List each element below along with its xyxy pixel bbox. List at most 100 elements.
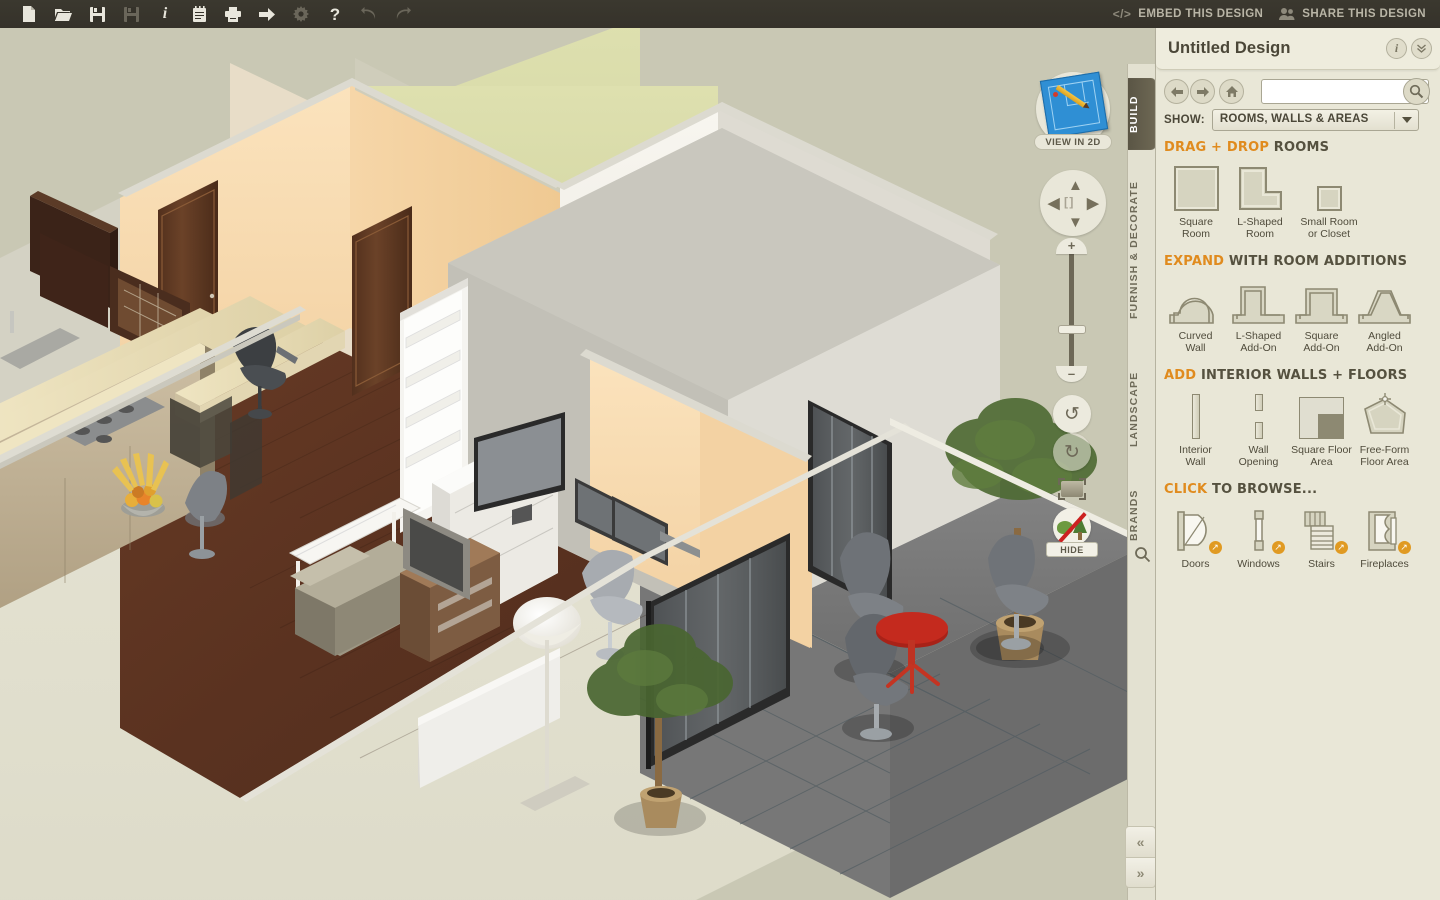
share-this-design-button[interactable]: SHARE THIS DESIGN	[1279, 7, 1426, 21]
item-label-line2: or Closet	[1307, 228, 1350, 240]
pan-left-icon[interactable]: ◀	[1048, 196, 1060, 211]
item-label-line1: Square Floor	[1291, 444, 1352, 456]
interior-wall-icon	[1191, 391, 1200, 439]
item-label-line1: Free-Form	[1359, 444, 1410, 456]
sidebar-item-landscape[interactable]: LANDSCAPE	[1128, 352, 1156, 467]
panel-expand-icon[interactable]	[1411, 38, 1432, 59]
small-room-icon	[1316, 163, 1342, 211]
recenter-icon[interactable]: [ ]	[1064, 196, 1073, 208]
item-label-line1: Square	[1179, 216, 1213, 228]
embed-this-design-label: EMBED THIS DESIGN	[1138, 8, 1264, 20]
open-folder-icon[interactable]	[46, 1, 80, 27]
redo-icon[interactable]	[386, 1, 420, 27]
zoom-slider-track[interactable]	[1069, 250, 1074, 380]
item-label-line1: Doors	[1181, 558, 1210, 570]
search-icon[interactable]	[1134, 546, 1151, 563]
embed-this-design-button[interactable]: </> EMBED THIS DESIGN	[1113, 7, 1264, 21]
rotate-counterclockwise-icon[interactable]: ↺	[1053, 395, 1091, 433]
pencil-tip-dot	[1053, 92, 1058, 97]
item-small-room-or-closet[interactable]: Small Room or Closet	[1292, 163, 1366, 240]
nav-home-icon[interactable]	[1219, 79, 1244, 104]
collapse-left-button[interactable]: «	[1125, 826, 1156, 857]
item-l-shaped-add-on[interactable]: L-Shaped Add-On	[1227, 277, 1290, 354]
item-label-line1: Fireplaces	[1360, 558, 1409, 570]
settings-gear-icon[interactable]	[284, 1, 318, 27]
design-canvas-3d[interactable]: VIEW IN 2D ▲ ▼ ◀ ▶ [ ] + – ↺ ↻ HIDE	[0, 28, 1155, 900]
search-input[interactable]	[1266, 82, 1401, 102]
notes-icon[interactable]	[182, 1, 216, 27]
item-label-line2: Wall	[1185, 342, 1206, 354]
item-l-shaped-room[interactable]: L-Shaped Room	[1228, 163, 1292, 240]
rotate-clockwise-icon[interactable]: ↻	[1053, 433, 1091, 471]
app-root: i ? </> EMBED THIS DESIGN SHARE THIS DES…	[0, 0, 1440, 900]
collapse-right-button[interactable]: »	[1125, 857, 1156, 888]
sidebar-item-build[interactable]: BUILD	[1128, 78, 1156, 150]
section-interior-walls-floors: ADD INTERIOR WALLS + FLOORS Interior Wall…	[1164, 368, 1433, 468]
item-interior-wall[interactable]: Interior Wall	[1164, 391, 1227, 468]
design-info-icon[interactable]: i	[1386, 38, 1407, 59]
item-angled-add-on[interactable]: Angled Add-On	[1353, 277, 1416, 354]
item-square-floor-area[interactable]: Square Floor Area	[1290, 391, 1353, 468]
nav-back-icon[interactable]	[1164, 79, 1189, 104]
info-icon[interactable]: i	[148, 1, 182, 27]
sidebar-item-furnish-decorate[interactable]: FURNISH & DECORATE	[1128, 160, 1156, 340]
panel-search-box[interactable]	[1261, 78, 1430, 105]
item-label-line1: Angled	[1368, 330, 1401, 342]
item-windows[interactable]: ↗ Windows	[1227, 505, 1290, 570]
fireplaces-icon: ↗	[1361, 505, 1412, 555]
item-stairs[interactable]: ↗ Stairs	[1290, 505, 1353, 570]
section-items: Interior Wall Wall Opening Square Floor Are…	[1164, 391, 1433, 468]
section-heading-rest: INTERIOR WALLS + FLOORS	[1196, 368, 1408, 383]
undo-icon[interactable]	[352, 1, 386, 27]
free-form-floor-area-icon	[1359, 391, 1411, 439]
item-square-room[interactable]: Square Room	[1164, 163, 1228, 240]
section-heading-accent: ADD	[1164, 368, 1197, 383]
floorplan-3d-render	[0, 28, 1155, 900]
section-heading-accent: DRAG + DROP	[1164, 140, 1270, 155]
item-label-line1: Curved	[1178, 330, 1213, 342]
pan-up-icon[interactable]: ▲	[1068, 178, 1083, 193]
new-document-icon[interactable]	[12, 1, 46, 27]
page-title: Untitled Design	[1168, 39, 1291, 57]
item-label-line1: Wall	[1248, 444, 1269, 456]
section-items: Curved Wall L-Shaped Add-On Square Add-On	[1164, 277, 1433, 354]
item-label-line2: Add-On	[1303, 342, 1340, 354]
item-fireplaces[interactable]: ↗ Fireplaces	[1353, 505, 1416, 570]
panel-sections: DRAG + DROP ROOMS Square Room L-Shaped Roo…	[1156, 126, 1440, 900]
hide-label[interactable]: HIDE	[1046, 542, 1098, 557]
sidebar-item-brands[interactable]: BRANDS	[1128, 476, 1156, 554]
panel-header: Untitled Design i	[1156, 28, 1440, 70]
nav-forward-icon[interactable]	[1190, 79, 1215, 104]
item-wall-opening[interactable]: Wall Opening	[1227, 391, 1290, 468]
view-in-2d-label[interactable]: VIEW IN 2D	[1034, 134, 1112, 150]
help-icon[interactable]: ?	[318, 1, 352, 27]
select-tool-icon[interactable]	[1058, 478, 1086, 500]
view-in-2d-widget[interactable]: VIEW IN 2D	[1034, 71, 1112, 150]
pan-right-icon[interactable]: ▶	[1087, 196, 1099, 211]
pan-down-icon[interactable]: ▼	[1068, 215, 1083, 230]
zoom-slider-handle[interactable]	[1058, 325, 1086, 334]
print-icon[interactable]	[216, 1, 250, 27]
wall-opening-icon	[1254, 391, 1263, 439]
item-doors[interactable]: ↗ Doors	[1164, 505, 1227, 570]
l-shaped-add-on-icon	[1231, 277, 1286, 325]
section-items: ↗ Doors ↗ Windows ↗ Stairs ↗ Fireplaces	[1164, 505, 1433, 570]
search-submit-icon[interactable]	[1403, 78, 1430, 105]
save-icon[interactable]	[80, 1, 114, 27]
square-add-on-icon	[1294, 277, 1349, 325]
square-floor-area-icon	[1299, 391, 1344, 439]
show-label: SHOW:	[1164, 114, 1205, 126]
section-room-additions: EXPAND WITH ROOM ADDITIONS Curved Wall L-…	[1164, 254, 1433, 354]
section-click-to-browse: CLICK TO BROWSE... ↗ Doors ↗ Windows ↗ S…	[1164, 482, 1433, 570]
item-square-add-on[interactable]: Square Add-On	[1290, 277, 1353, 354]
pan-navigation-pad[interactable]: ▲ ▼ ◀ ▶ [ ]	[1040, 170, 1106, 236]
export-icon[interactable]	[250, 1, 284, 27]
save-as-icon[interactable]	[114, 1, 148, 27]
right-panel: Untitled Design i SHOW: ROOMS, WALLS & A…	[1155, 28, 1440, 900]
item-curved-wall[interactable]: Curved Wall	[1164, 277, 1227, 354]
hide-landscape-icon[interactable]	[1053, 508, 1091, 546]
section-heading: CLICK TO BROWSE...	[1164, 482, 1433, 497]
l-shaped-room-icon	[1238, 163, 1283, 211]
item-free-form-floor-area[interactable]: Free-Form Floor Area	[1353, 391, 1416, 468]
section-heading: DRAG + DROP ROOMS	[1164, 140, 1433, 155]
